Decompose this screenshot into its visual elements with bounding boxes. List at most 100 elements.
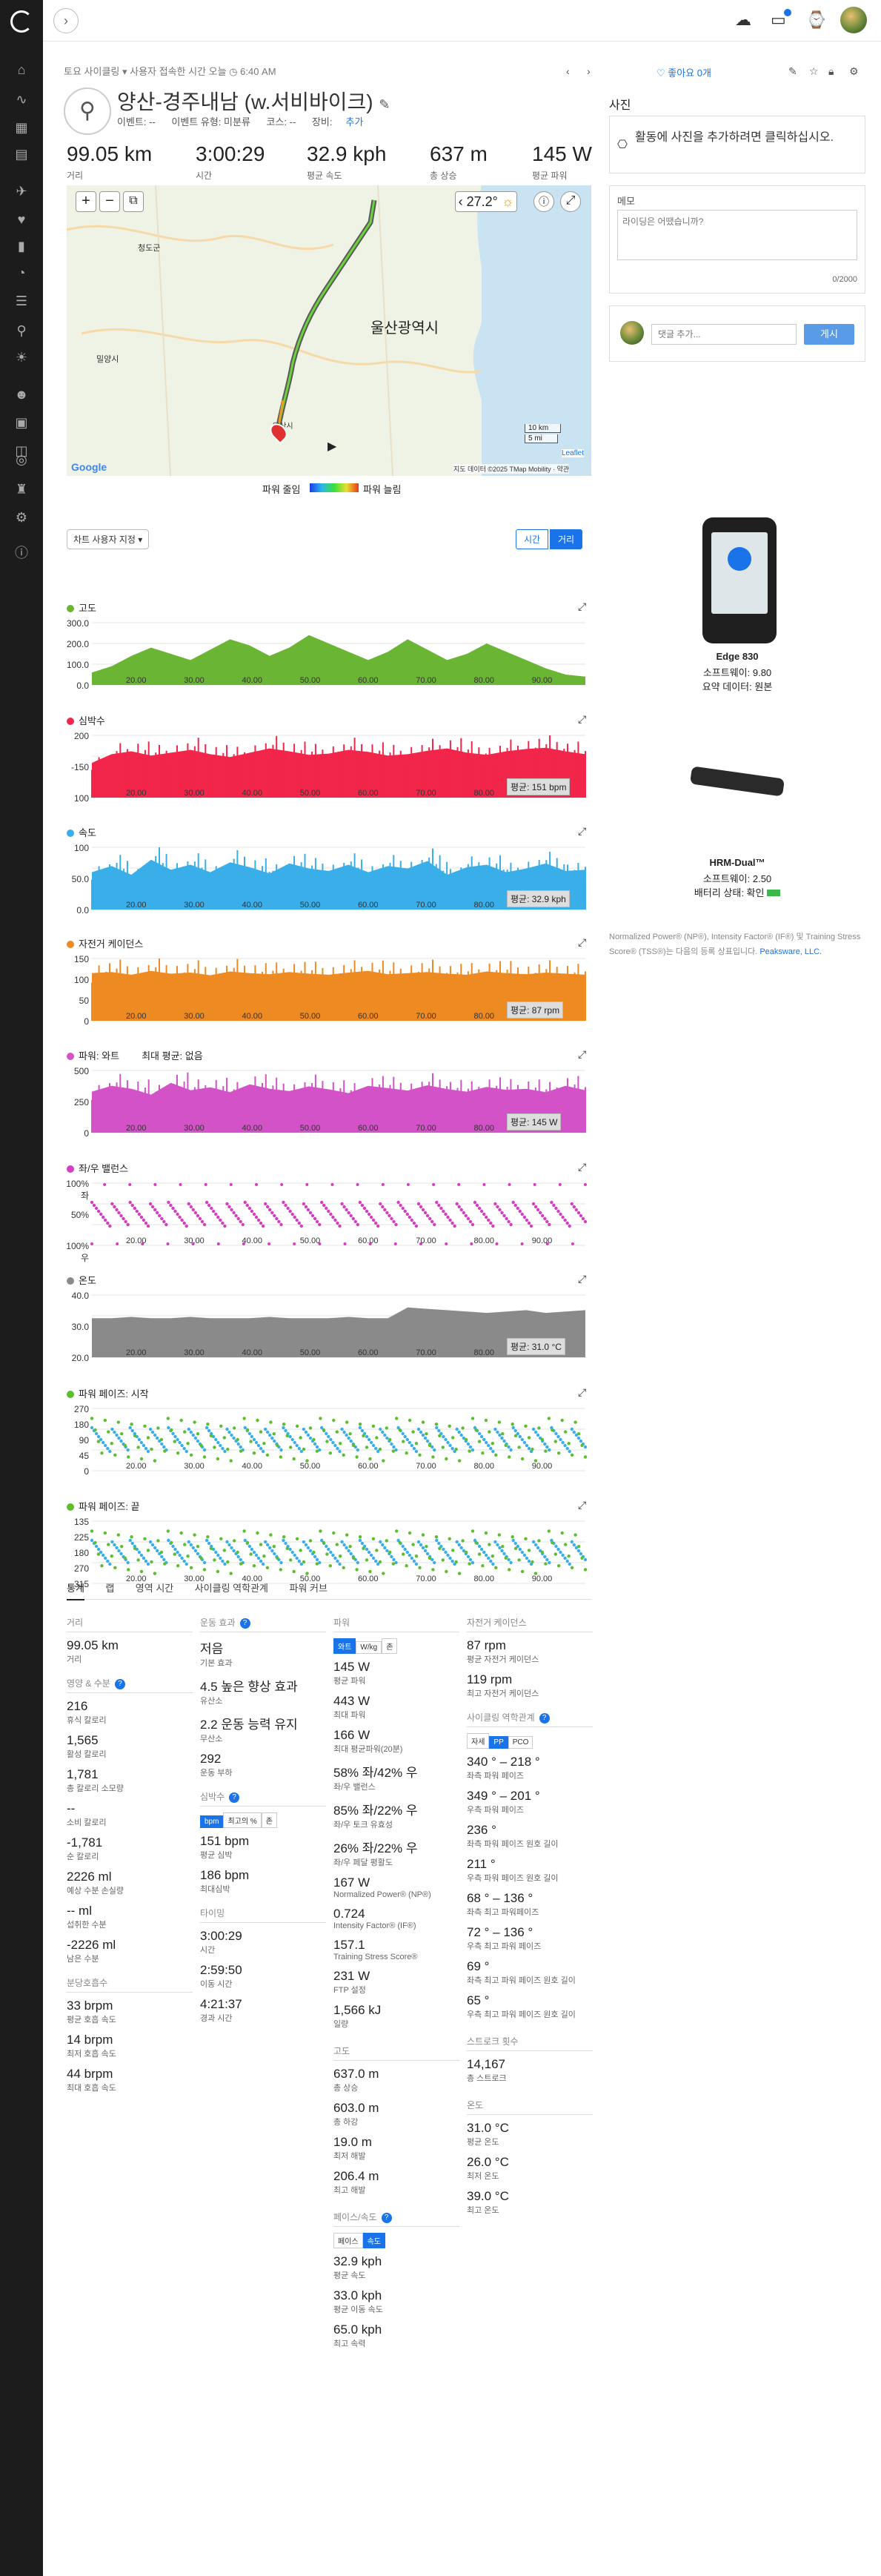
settings-gear-icon[interactable]: ⚙ xyxy=(849,65,859,78)
location-pin-icon[interactable]: ⚲ xyxy=(13,323,30,338)
tab-power-curve[interactable]: 파워 커브 xyxy=(289,1580,327,1599)
settings-gear-icon[interactable]: ⚙ xyxy=(13,510,30,525)
help-icon[interactable]: ? xyxy=(539,1713,550,1724)
unit-toggle[interactable]: 존 xyxy=(382,1638,398,1654)
next-activity-chevron-icon[interactable]: › xyxy=(587,65,591,77)
chart-expand-icon[interactable]: ⤢ xyxy=(578,1386,586,1399)
chart-expand-icon[interactable]: ⤢ xyxy=(578,936,586,949)
map-zoom-out-button[interactable]: − xyxy=(99,191,120,212)
route-map[interactable]: + − ⧉ ‹ 27.2° ☼ ⓘ ⤢ 울산광역시 청도군 밀양시 양산시 ▶ … xyxy=(67,185,591,476)
x-axis-distance-toggle[interactable]: 거리 xyxy=(550,529,583,549)
groups-icon[interactable]: ▣ xyxy=(13,415,30,430)
help-icon[interactable]: ? xyxy=(239,1618,250,1629)
chart-lr-balance[interactable]: 100% 좌 50% 100% 우 20.00 30.00 40.00 50.00 60.00… xyxy=(66,1177,591,1266)
chart-expand-icon[interactable]: ⤢ xyxy=(578,1499,586,1512)
chart-expand-icon[interactable]: ⤢ xyxy=(578,1273,586,1285)
map-fullscreen-icon[interactable]: ⤢ xyxy=(560,191,581,212)
chart-title-power-phase-start[interactable]: 파워 페이즈: 시작 xyxy=(67,1386,149,1400)
prev-activity-chevron-icon[interactable]: ‹ xyxy=(566,65,570,77)
privacy-lock-icon[interactable]: 🔒︎ xyxy=(828,65,834,78)
heart-icon[interactable]: ♥ xyxy=(13,212,30,227)
unit-toggle[interactable]: 페이스 xyxy=(333,2233,363,2248)
help-icon[interactable]: ? xyxy=(229,1792,240,1803)
chart-expand-icon[interactable]: ⤢ xyxy=(578,713,586,726)
map-info-icon[interactable]: ⓘ xyxy=(533,191,554,212)
unit-toggle[interactable]: bpm xyxy=(200,1815,224,1828)
chart-title-heart-rate[interactable]: 심박수 xyxy=(67,713,105,727)
chart-title-speed[interactable]: 속도 xyxy=(67,825,96,839)
unit-toggle[interactable]: 와트 xyxy=(333,1638,356,1654)
chart-expand-icon[interactable]: ⤢ xyxy=(578,825,586,838)
comment-input[interactable] xyxy=(651,324,797,345)
chart-expand-icon[interactable]: ⤢ xyxy=(578,1048,586,1061)
tab-laps[interactable]: 랩 xyxy=(105,1580,114,1599)
chart-title-lr-balance[interactable]: 좌/우 밸런스 xyxy=(67,1161,128,1175)
unit-toggle[interactable]: W/kg xyxy=(356,1641,382,1654)
info-icon[interactable]: ⓘ xyxy=(13,546,30,560)
unit-toggle[interactable]: PP xyxy=(489,1736,508,1749)
expand-sidebar-chevron-icon[interactable]: › xyxy=(53,8,79,33)
course-select[interactable]: 코스: -- xyxy=(267,116,296,128)
chart-power-phase-start[interactable]: 270 180 90 45 0 20.00 30.00 40.00 50.00 60.00 70.0… xyxy=(67,1403,591,1491)
event-type-select[interactable]: 이벤트 유형: 미분류 xyxy=(171,116,250,128)
add-photo-box[interactable]: ⎔ 활동에 사진을 추가하려면 클릭하십시오. xyxy=(609,116,865,173)
gear-add-link[interactable]: 추가 xyxy=(346,116,364,128)
chart-speed[interactable]: 100 50.0 0.0 20.00 30.00 40.00 50.00 60.00 70.00… xyxy=(67,841,591,930)
home-icon[interactable]: ⌂ xyxy=(13,62,30,77)
calendar-icon[interactable]: ▦ xyxy=(13,120,30,135)
chart-expand-icon[interactable]: ⤢ xyxy=(578,1161,586,1173)
unit-toggle[interactable]: 속도 xyxy=(362,2233,386,2248)
timer-icon[interactable]: ◔ xyxy=(13,265,30,280)
unit-toggle[interactable]: 존 xyxy=(261,1812,277,1828)
chart-temperature[interactable]: 40.0 30.0 20.0 20.00 30.00 40.00 50.00 60.00 70.… xyxy=(67,1289,591,1378)
chart-power[interactable]: 500 250 0 20.00 30.00 40.00 50.00 60.00 70.00 80.… xyxy=(67,1064,591,1153)
chart-elevation[interactable]: 300.0 200.0 100.0 0.0 20.00 30.00 40.00 50.00 60… xyxy=(67,617,591,706)
device-watch-icon[interactable]: ⌚ xyxy=(806,10,826,30)
x-axis-time-toggle[interactable]: 시간 xyxy=(516,529,549,549)
peaksware-link[interactable]: Peaksware, LLC. xyxy=(759,947,822,956)
chart-customize-select[interactable]: 차트 사용자 지정 ▾ xyxy=(67,529,150,549)
leaflet-link[interactable]: Leaflet xyxy=(562,449,585,457)
event-select[interactable]: 이벤트: -- xyxy=(117,116,156,128)
memo-textarea[interactable] xyxy=(617,210,857,260)
map-layers-icon[interactable]: ⧉ xyxy=(123,191,144,212)
edit-pencil-icon[interactable]: ✎ xyxy=(788,65,797,78)
map-play-icon[interactable]: ▶ xyxy=(328,439,336,454)
chart-icon[interactable]: ▮ xyxy=(13,239,30,254)
chart-title-power-phase-end[interactable]: 파워 페이즈: 끝 xyxy=(67,1499,140,1513)
help-icon[interactable]: ? xyxy=(381,2213,392,2223)
training-icon[interactable]: ☰ xyxy=(13,294,30,308)
chart-title-cadence[interactable]: 자전거 케이던스 xyxy=(67,936,143,950)
chart-title-power[interactable]: 파워: 와트 최대 평균: 없음 xyxy=(67,1048,203,1062)
tab-cycling-dynamics[interactable]: 사이클링 역학관계 xyxy=(195,1580,268,1599)
favorite-star-icon[interactable]: ☆ xyxy=(809,65,819,78)
trophy-icon[interactable]: ♜ xyxy=(13,482,30,497)
garmin-connect-logo[interactable] xyxy=(10,10,33,33)
user-avatar[interactable] xyxy=(840,7,867,33)
unit-toggle[interactable]: 자세 xyxy=(467,1733,490,1749)
lightbulb-icon[interactable]: ☀ xyxy=(13,350,30,365)
running-icon[interactable]: ✈ xyxy=(13,184,30,199)
tab-stats[interactable]: 통계 xyxy=(67,1580,84,1600)
activity-wave-icon[interactable]: ∿ xyxy=(13,92,30,107)
help-icon[interactable]: ? xyxy=(114,1679,125,1689)
post-comment-button[interactable]: 게시 xyxy=(804,324,854,345)
chart-cadence[interactable]: 150 100 50 0 20.00 30.00 40.00 50.00 60.00 70.00 8… xyxy=(67,953,591,1042)
unit-toggle[interactable]: 최고의 % xyxy=(223,1812,262,1828)
max-avg-select[interactable]: 최대 평균: 없음 xyxy=(142,1050,203,1062)
reports-icon[interactable]: ▤ xyxy=(13,147,30,162)
people-icon[interactable]: ☻ xyxy=(13,387,30,402)
upload-cloud-icon[interactable]: ☁ xyxy=(735,10,751,30)
map-zoom-in-button[interactable]: + xyxy=(76,191,96,212)
activity-title[interactable]: 양산-경주내남 (w.서비바이크) ✎ xyxy=(117,86,390,116)
chart-title-temperature[interactable]: 온도 xyxy=(67,1273,96,1287)
chart-title-elevation[interactable]: 고도 xyxy=(67,600,96,615)
edit-title-pencil-icon[interactable]: ✎ xyxy=(379,97,390,112)
tab-time-in-zone[interactable]: 영역 시간 xyxy=(136,1580,173,1599)
weather-widget[interactable]: ‹ 27.2° ☼ xyxy=(455,191,517,212)
like-button[interactable]: ♡ 좋아요 0개 xyxy=(656,65,711,79)
chart-expand-icon[interactable]: ⤢ xyxy=(578,600,586,613)
chart-heart-rate[interactable]: 200 -150 100 20.00 30.00 40.00 50.00 60.00 70.00… xyxy=(67,729,591,818)
badges-icon[interactable]: ◎ xyxy=(13,452,30,467)
unit-toggle[interactable]: PCO xyxy=(508,1736,533,1749)
